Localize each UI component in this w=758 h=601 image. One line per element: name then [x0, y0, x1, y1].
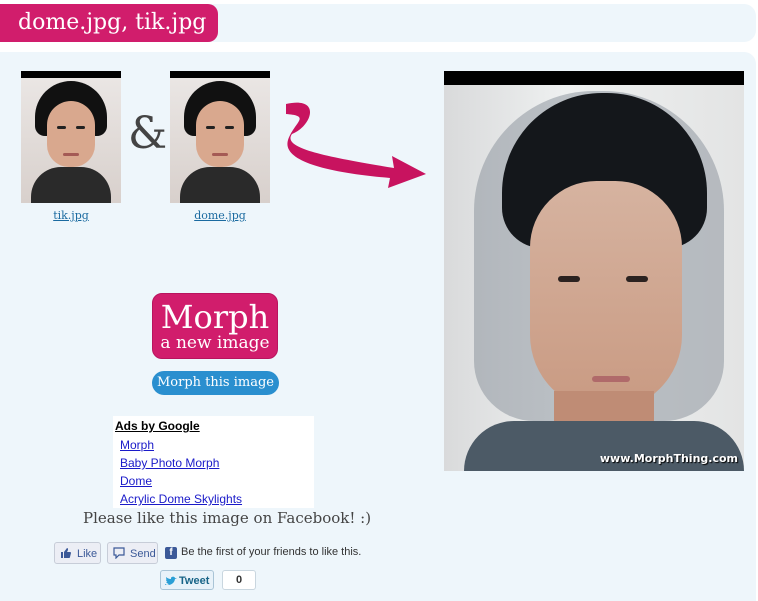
thumbs-up-icon — [61, 548, 71, 558]
facebook-send-label: Send — [130, 548, 156, 560]
page-title: dome.jpg, tik.jpg — [0, 4, 218, 42]
photo-face — [47, 101, 95, 167]
ad-link-morph[interactable]: Morph — [120, 438, 154, 452]
photo-shirt — [31, 167, 111, 203]
tweet-label: Tweet — [179, 575, 210, 587]
twitter-bird-icon — [165, 576, 177, 585]
morph-button-line2: a new image — [160, 333, 270, 353]
tweet-count: 0 — [222, 570, 256, 590]
source-thumbnail-dome[interactable] — [170, 71, 270, 203]
facebook-like-label: Like — [77, 548, 98, 560]
result-eye — [558, 276, 580, 282]
facebook-like-prompt: Please like this image on Facebook! :) — [83, 509, 372, 527]
photo-eye — [225, 126, 234, 129]
photo-face — [196, 101, 244, 167]
ad-link-dome[interactable]: Dome — [120, 474, 152, 488]
watermark: www.MorphThing.com — [599, 452, 738, 465]
facebook-logo-icon: f — [165, 547, 177, 559]
photo-mouth — [63, 153, 79, 156]
ad-link-baby-photo-morph[interactable]: Baby Photo Morph — [120, 456, 219, 470]
result-eye — [626, 276, 648, 282]
morph-result-image: www.MorphThing.com — [444, 71, 744, 471]
ads-block: Ads by Google Morph Baby Photo Morph Dom… — [113, 416, 314, 508]
photo-eye — [206, 126, 215, 129]
tweet-button[interactable]: Tweet — [160, 570, 214, 590]
source-link-tik[interactable]: tik.jpg — [21, 209, 121, 222]
photo-shirt — [180, 167, 260, 203]
ads-title-link[interactable]: Ads by Google — [115, 419, 200, 433]
ad-link-acrylic-dome-skylights[interactable]: Acrylic Dome Skylights — [120, 492, 242, 506]
facebook-send-button[interactable]: Send — [107, 542, 158, 564]
result-mouth — [592, 376, 630, 382]
photo-eye — [57, 126, 66, 129]
facebook-social-text: Be the first of your friends to like thi… — [181, 546, 362, 558]
morph-button-line1: Morph — [160, 298, 270, 336]
send-icon — [113, 547, 125, 559]
morph-this-image-button[interactable]: Morph this image — [152, 371, 279, 395]
curved-arrow-icon — [286, 102, 426, 188]
photo-eye — [76, 126, 85, 129]
facebook-like-button[interactable]: Like — [54, 542, 101, 564]
source-link-dome[interactable]: dome.jpg — [170, 209, 270, 222]
photo-mouth — [212, 153, 228, 156]
morph-new-image-button[interactable]: Morph a new image — [152, 293, 278, 359]
ampersand: & — [128, 108, 168, 159]
source-thumbnail-tik[interactable] — [21, 71, 121, 203]
